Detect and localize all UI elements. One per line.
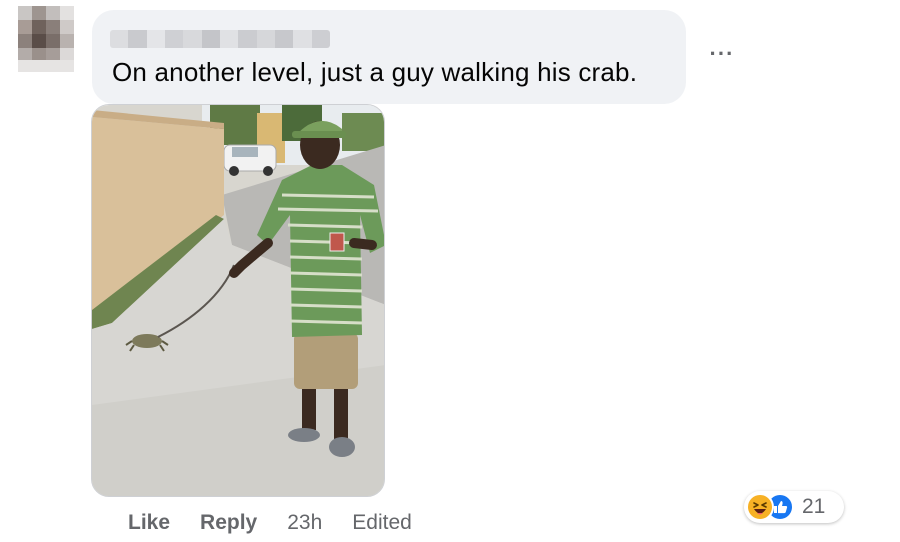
more-options-button[interactable]: ··· — [706, 40, 738, 68]
reaction-count: 21 — [802, 495, 826, 518]
edited-label: Edited — [352, 511, 412, 534]
comment-photo[interactable] — [91, 104, 385, 497]
like-button[interactable]: Like — [128, 511, 170, 535]
author-name-redacted[interactable] — [110, 30, 330, 48]
comment-text: On another level, just a guy walking his… — [112, 57, 638, 87]
more-horizontal-icon: ··· — [709, 41, 735, 66]
reply-button[interactable]: Reply — [200, 511, 257, 535]
reactions-summary[interactable]: 21 — [744, 491, 844, 523]
haha-icon — [746, 493, 774, 521]
commenter-avatar[interactable] — [18, 6, 74, 72]
comment-bubble: On another level, just a guy walking his… — [92, 10, 686, 104]
comment-actions: Like Reply 23h Edited — [128, 510, 412, 536]
comment-timestamp[interactable]: 23h — [287, 511, 322, 535]
